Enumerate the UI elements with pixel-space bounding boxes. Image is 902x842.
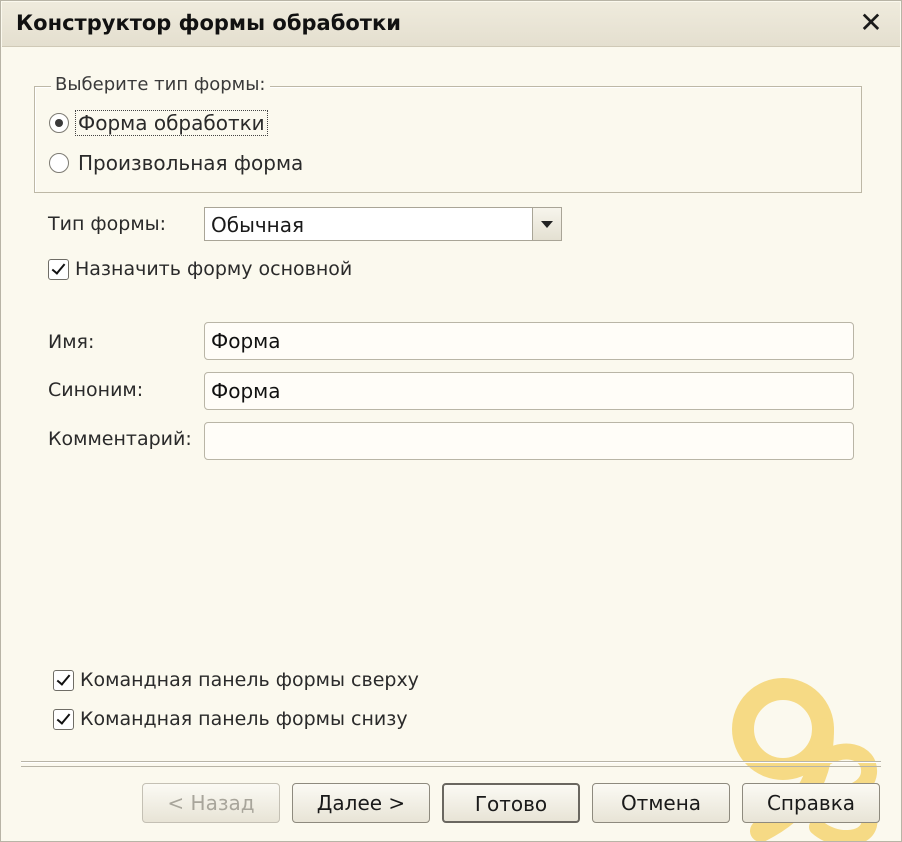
radio-selected-icon[interactable] — [49, 113, 69, 133]
checkbox-checked-icon[interactable] — [53, 708, 74, 730]
window-title: Конструктор формы обработки — [16, 11, 401, 35]
command-panel-bottom-label: Командная панель формы снизу — [80, 708, 408, 730]
radio-processing-form-label: Форма обработки — [75, 110, 268, 136]
form-kind-label: Тип формы: — [48, 213, 167, 235]
command-panel-top-checkbox[interactable]: Командная панель формы сверху — [53, 666, 419, 694]
checkbox-checked-icon[interactable] — [53, 669, 74, 691]
radio-custom-form[interactable]: Произвольная форма — [49, 148, 303, 178]
close-icon[interactable]: ✕ — [856, 8, 886, 38]
back-button[interactable]: < Назад — [142, 783, 280, 823]
name-label: Имя: — [48, 331, 95, 353]
form-kind-value: Обычная — [211, 213, 305, 237]
set-main-form-checkbox[interactable]: Назначить форму основной — [48, 255, 352, 283]
comment-label: Комментарий: — [48, 428, 192, 450]
command-panel-top-label: Командная панель формы сверху — [80, 669, 419, 691]
form-type-legend: Выберите тип формы: — [51, 74, 270, 95]
footer-separator — [21, 761, 881, 763]
radio-custom-form-label: Произвольная форма — [78, 151, 304, 175]
radio-unselected-icon[interactable] — [49, 153, 69, 173]
done-button[interactable]: Готово — [442, 783, 580, 823]
checkbox-checked-icon[interactable] — [48, 258, 69, 280]
help-button[interactable]: Справка — [742, 783, 880, 823]
dialog-window: Конструктор формы обработки ✕ Выберите т… — [0, 0, 902, 842]
radio-processing-form[interactable]: Форма обработки — [49, 108, 268, 138]
chevron-down-icon[interactable] — [532, 208, 561, 240]
footer-separator-line — [21, 766, 881, 767]
title-bar: Конструктор формы обработки ✕ — [2, 2, 900, 47]
set-main-form-label: Назначить форму основной — [75, 258, 353, 280]
comment-input[interactable] — [204, 422, 854, 460]
next-button[interactable]: Далее > — [292, 783, 430, 823]
cancel-button[interactable]: Отмена — [592, 783, 730, 823]
synonym-input[interactable] — [204, 372, 854, 410]
form-kind-select[interactable]: Обычная — [204, 207, 562, 241]
command-panel-bottom-checkbox[interactable]: Командная панель формы снизу — [53, 705, 408, 733]
name-input[interactable] — [204, 322, 854, 360]
synonym-label: Синоним: — [48, 379, 144, 401]
